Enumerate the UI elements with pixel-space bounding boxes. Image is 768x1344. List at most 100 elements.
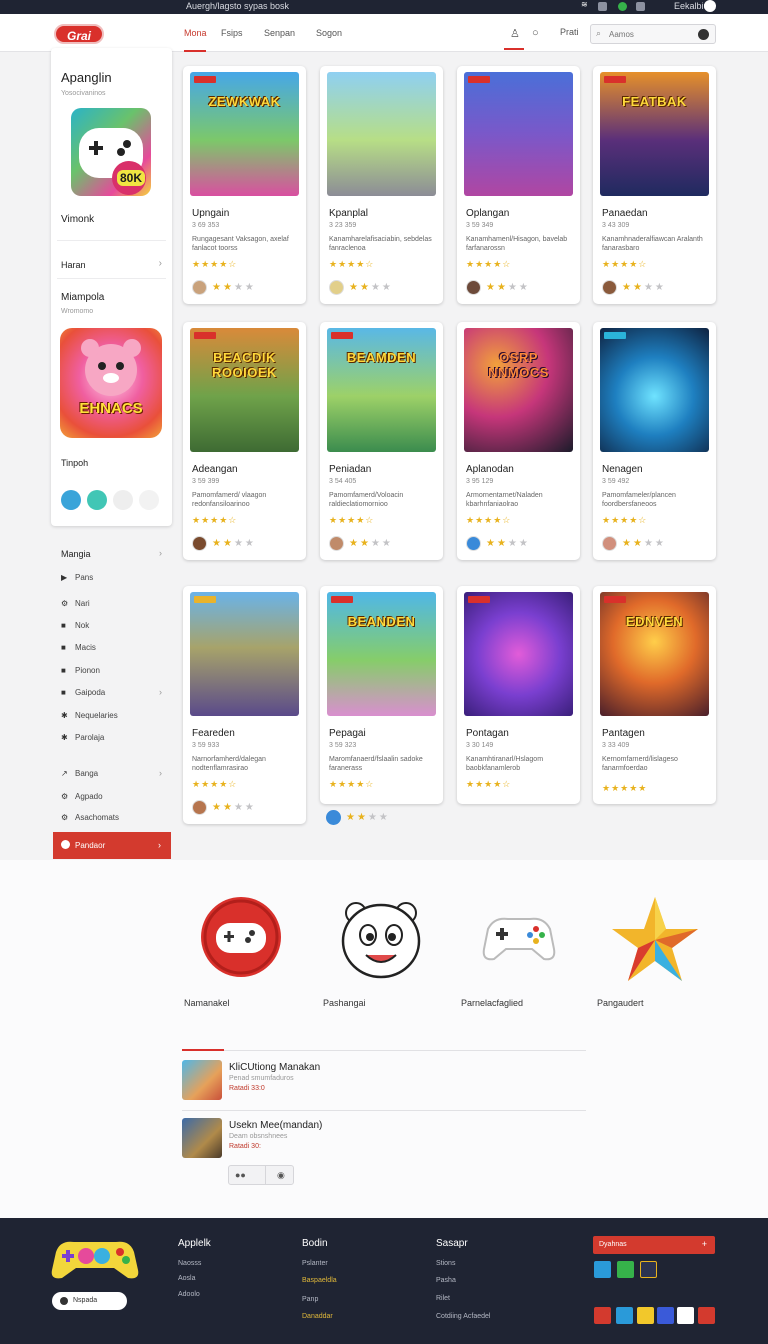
game-card[interactable]: BEAMDEN Peniadan 3 54 405 Pamomfamerd/Vo… [320, 322, 443, 560]
sidebar-cta-button[interactable]: Pandaor › [53, 832, 171, 859]
game-card[interactable]: Feareden 3 59 933 Narnorfamherd/dalegan … [183, 586, 306, 824]
search-input[interactable] [609, 28, 689, 40]
game-card[interactable]: BEANDEN Pepagai 3 59 323 Maromfanaerd/fs… [320, 586, 443, 804]
footer-link[interactable]: Stions [436, 1260, 455, 1267]
social-icon-star[interactable] [637, 1307, 654, 1324]
game-card[interactable]: OSRP NNMOCS Aplanodan 3 95 129 Armornent… [457, 322, 580, 560]
user-rating: ★★★★ [486, 282, 530, 293]
social-icon-store[interactable] [617, 1261, 634, 1278]
footer-link[interactable]: Pslanter [302, 1260, 328, 1267]
promo-art[interactable]: EHNACS [60, 328, 162, 438]
footer-link[interactable]: Aosla [178, 1275, 196, 1282]
settings-icon[interactable] [598, 2, 607, 11]
game-card[interactable]: Oplangan 3 59 349 Kanamhamenl/Hisagon, b… [457, 66, 580, 304]
section-accent [182, 1049, 224, 1051]
avatar[interactable] [192, 536, 207, 551]
user-outline-icon[interactable]: ♙ [510, 27, 520, 40]
footer-link[interactable]: Naosss [178, 1260, 201, 1267]
avatar[interactable] [329, 536, 344, 551]
menu-item-nari[interactable]: ⚙ Nari [53, 594, 172, 614]
social-icon-twitter[interactable] [594, 1261, 611, 1278]
game-title: Kpanplal [329, 208, 368, 219]
pagination-dots[interactable]: ●● [235, 1170, 246, 1180]
lock-icon[interactable] [61, 490, 81, 510]
menu-item-macis[interactable]: ■ Macis [53, 638, 172, 658]
avatar[interactable] [466, 280, 481, 295]
feature-gamepad-red[interactable] [196, 895, 286, 985]
window-icon[interactable] [113, 490, 133, 510]
footer-link[interactable]: Danaddar [302, 1313, 333, 1320]
social-icon-share[interactable] [616, 1307, 633, 1324]
feature-controller[interactable] [474, 895, 564, 985]
power-icon[interactable] [704, 0, 716, 12]
social-icon-youtube[interactable] [594, 1307, 611, 1324]
footer-link[interactable]: Panp [302, 1296, 318, 1303]
rating-stars: ★★★★☆ [192, 515, 238, 525]
menu-item-nequelaries[interactable]: ✱ Nequelaries [53, 706, 172, 726]
menu-item-pans[interactable]: ▶ Pans [53, 568, 172, 588]
footer-link[interactable]: Cotdiing Acfaedel [436, 1313, 490, 1320]
avatar[interactable] [698, 29, 709, 40]
avatar[interactable] [602, 280, 617, 295]
avatar[interactable] [192, 280, 207, 295]
news-thumbnail [182, 1118, 222, 1158]
footer-link[interactable]: Baspaeldla [302, 1277, 337, 1284]
feature-star[interactable] [610, 895, 700, 985]
footer-link[interactable]: Pasha [436, 1277, 456, 1284]
user-icon[interactable] [636, 2, 645, 11]
header-link[interactable]: Prati [560, 27, 579, 37]
game-description: Kanamharelafisaciabin, sebdelas fanracle… [329, 236, 432, 252]
menu-item-nok[interactable]: ■ Nok [53, 616, 172, 636]
menu-item-gaipoda[interactable]: ■ Gaipoda › [53, 683, 172, 703]
menu-item-parolaja[interactable]: ✱ Parolaja [53, 728, 172, 748]
feature-mascot[interactable] [336, 895, 426, 985]
footer-link[interactable]: Rilet [436, 1295, 450, 1302]
social-icon-flag[interactable] [640, 1261, 657, 1278]
game-card[interactable]: Kpanplal 3 23 359 Kanamharelafisaciabin,… [320, 66, 443, 304]
avatar[interactable] [326, 810, 341, 825]
pagination-next[interactable]: ◉ [277, 1170, 285, 1181]
menu-heading[interactable]: Mangia › [53, 544, 172, 564]
menu-item-asachomats[interactable]: ⚙ Asachomats [53, 808, 172, 828]
social-icon-circle[interactable] [677, 1307, 694, 1324]
news-item[interactable]: KliCUtiong Manakan Penad smumfaduros Rat… [182, 1060, 586, 1104]
footer-language-pill[interactable]: Nspada [52, 1292, 127, 1310]
nav-item-games[interactable]: Fsips [221, 28, 243, 38]
notification-icon[interactable] [618, 2, 627, 11]
chevron-right-icon[interactable]: › [159, 258, 162, 269]
avatar[interactable] [466, 536, 481, 551]
menu-item-banga[interactable]: ↗ Banga › [53, 764, 172, 784]
avatar[interactable] [602, 536, 617, 551]
new-badge [194, 76, 216, 83]
image-icon[interactable] [87, 490, 107, 510]
nav-item-more[interactable]: Sogon [316, 28, 342, 38]
avatar[interactable] [192, 800, 207, 815]
game-card[interactable]: EDNVEN Pantagen 3 33 409 Kernomfarnerd/l… [593, 586, 716, 804]
nav-item-home[interactable]: Mona [184, 28, 207, 38]
social-icon-send[interactable] [657, 1307, 674, 1324]
game-card[interactable]: Pontagan 3 30 149 Kanamhtiranarl/Hslagom… [457, 586, 580, 804]
search-icon[interactable]: ○ [532, 27, 539, 39]
menu-item-pionon[interactable]: ■ Pionon [53, 661, 172, 681]
sidebar-link[interactable]: Haran [61, 260, 86, 270]
news-date: Ratadi 30: [229, 1143, 261, 1150]
user-rating: ★★★★ [212, 538, 256, 549]
menu-item-agpado[interactable]: ⚙ Agpado [53, 787, 172, 807]
footer-cta-button[interactable]: Dyahnas + [593, 1236, 715, 1254]
avatar[interactable] [329, 280, 344, 295]
game-card[interactable]: ZEWKWAK Upngain 3 69 353 Rungagesant Vak… [183, 66, 306, 304]
game-card[interactable]: Nenagen 3 59 492 Pamomfameler/plancen fo… [593, 322, 716, 560]
more-icon[interactable] [139, 490, 159, 510]
user-rating: ★★★★ [622, 538, 666, 549]
rating-stars: ★★★★☆ [466, 515, 512, 525]
logo[interactable]: Grai [54, 24, 104, 44]
search-box[interactable]: ⌕ [590, 24, 716, 44]
nav-item-search[interactable]: Senpan [264, 28, 295, 38]
pagination[interactable]: ●● ◉ [228, 1165, 294, 1185]
app-icon[interactable]: 80K [71, 108, 151, 196]
game-card[interactable]: BEACDIK ROOIOEK Adeangan 3 59 399 Pamomf… [183, 322, 306, 560]
news-item[interactable]: Usekn Mee(mandan) Deam obsnshnees Ratadi… [182, 1118, 586, 1162]
game-card[interactable]: FEATBAK Panaedan 3 43 309 Kanamhnaderalf… [593, 66, 716, 304]
footer-link[interactable]: Adoolo [178, 1291, 200, 1298]
social-icon-arrow[interactable] [698, 1307, 715, 1324]
